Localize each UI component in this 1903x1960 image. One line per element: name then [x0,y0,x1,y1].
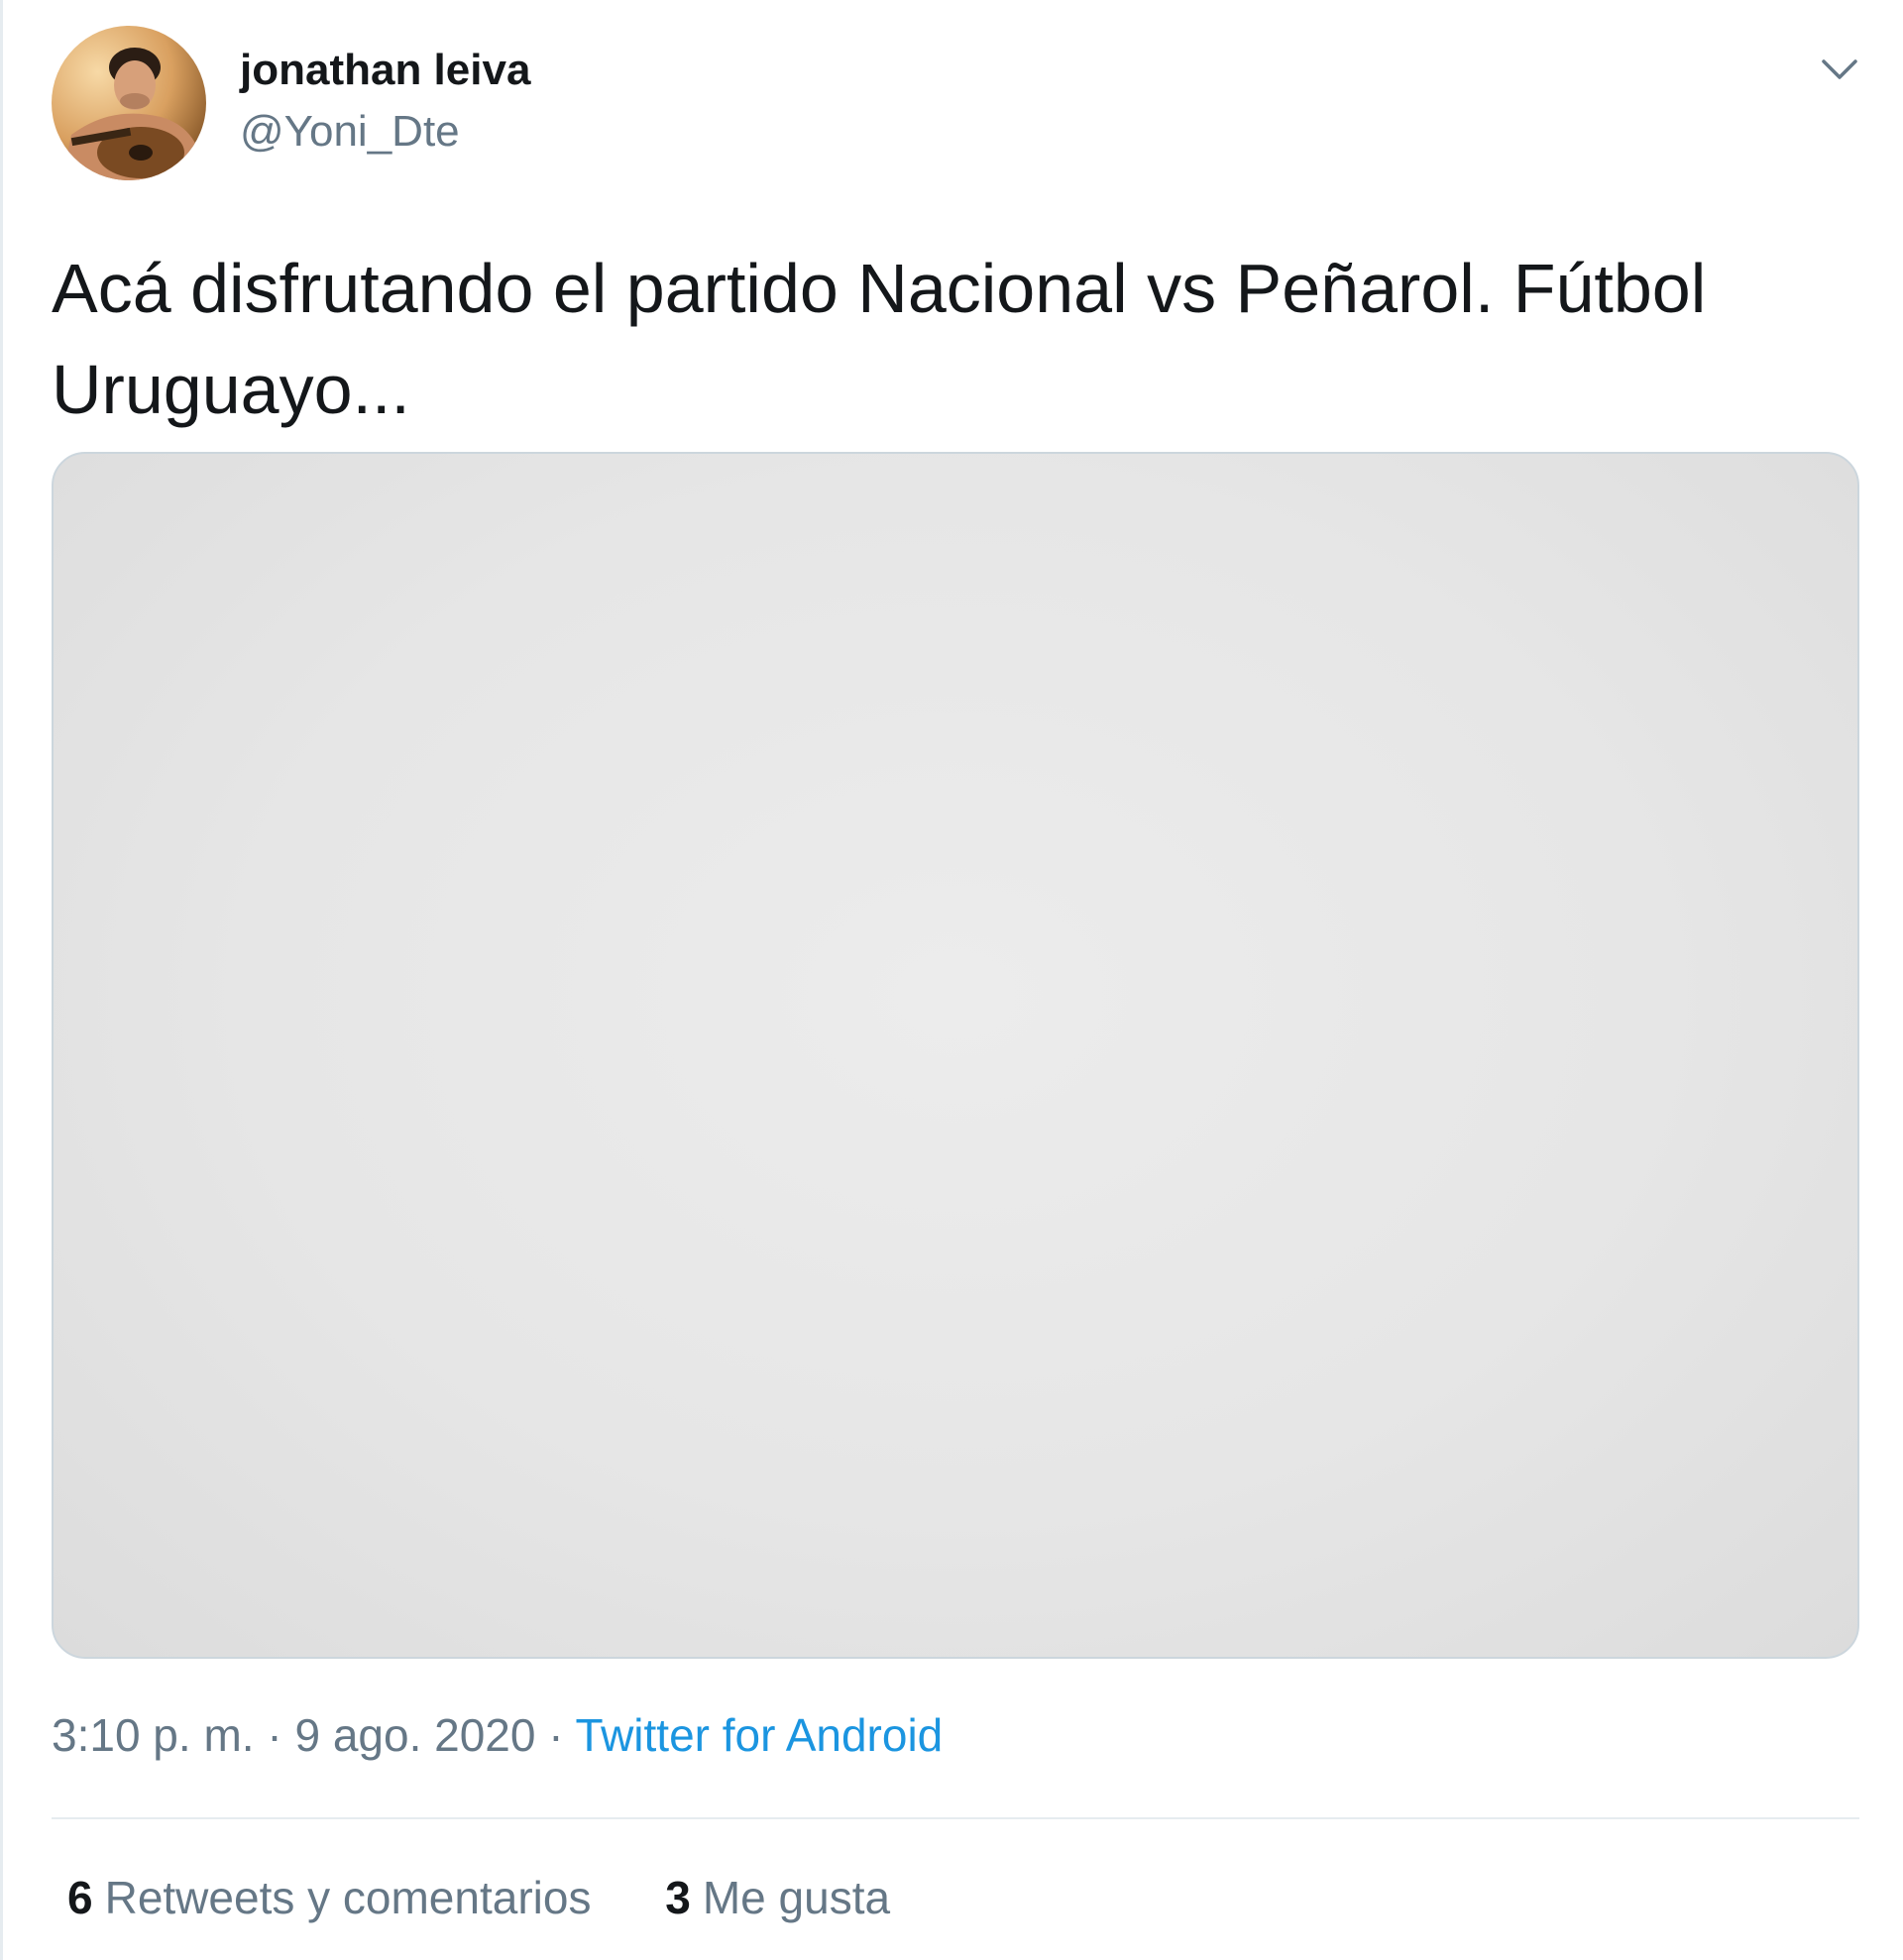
avatar[interactable] [52,26,206,180]
retweets-stat[interactable]: 6 Retweets y comentarios [67,1871,591,1924]
tweet-card: jonathan leiva @Yoni_Dte Acá disfrutando… [0,0,1903,1960]
author-handle[interactable]: @Yoni_Dte [240,107,460,157]
likes-count: 3 [665,1872,691,1923]
tweet-date[interactable]: 9 ago. 2020 [294,1709,535,1761]
meta-separator: · [254,1709,295,1761]
retweets-label: Retweets y comentarios [104,1872,592,1923]
tweet-text-line: Uruguayo... [52,351,410,428]
tweet-stats: 6 Retweets y comentarios 3 Me gusta [67,1871,890,1924]
author-display-name[interactable]: jonathan leiva [240,46,530,95]
tweet-time[interactable]: 3:10 p. m. [52,1709,255,1761]
left-border [0,0,3,1960]
tweet-media-image[interactable] [52,452,1859,1659]
tweet-text: Acá disfrutando el partido Nacional vs P… [52,238,1865,440]
retweets-count: 6 [67,1872,93,1923]
chevron-down-icon[interactable] [1816,50,1863,89]
tweet-text-line: Acá disfrutando el partido Nacional vs P… [52,250,1707,327]
tweet-source-link[interactable]: Twitter for Android [576,1709,944,1761]
avatar-photo [52,26,206,180]
likes-label: Me gusta [702,1872,891,1923]
tweet-meta: 3:10 p. m. · 9 ago. 2020 · Twitter for A… [52,1708,943,1762]
meta-separator: · [535,1709,576,1761]
likes-stat[interactable]: 3 Me gusta [665,1871,890,1924]
divider [52,1817,1859,1819]
